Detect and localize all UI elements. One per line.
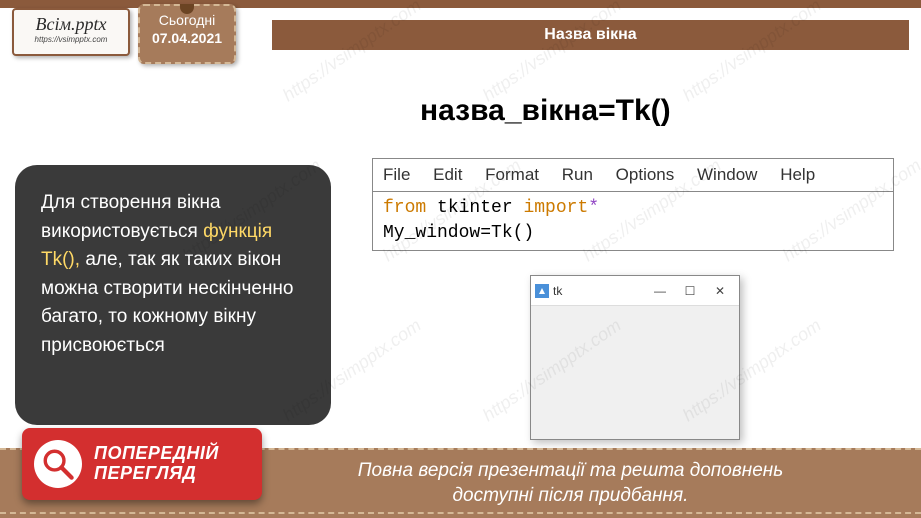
watermark-text: https://vsimpptx.com xyxy=(679,0,825,106)
code-line-2: My_window=Tk() xyxy=(383,221,883,246)
title-text: Назва вікна xyxy=(544,26,636,43)
tk-window-preview: tk — ☐ ✕ xyxy=(530,275,740,440)
logo-title: Всім.pptx xyxy=(22,14,120,35)
title-bar: Назва вікна xyxy=(272,20,909,50)
tk-titlebar: tk — ☐ ✕ xyxy=(531,276,739,306)
date-tag: Сьогодні 07.04.2021 xyxy=(138,4,236,64)
footer-text: Повна версія презентації та решта доповн… xyxy=(358,459,783,508)
date-today-label: Сьогодні xyxy=(144,12,230,28)
magnifier-icon xyxy=(34,440,82,488)
preview-line1: ПОПЕРЕДНІЙ xyxy=(94,444,219,464)
preview-text: ПОПЕРЕДНІЙ ПЕРЕГЛЯД xyxy=(94,444,219,484)
preview-line2: ПЕРЕГЛЯД xyxy=(94,464,219,484)
watermark-text: https://vsimpptx.com xyxy=(479,0,625,106)
maximize-button[interactable]: ☐ xyxy=(675,280,705,302)
code-module: tkinter xyxy=(426,198,523,218)
close-button[interactable]: ✕ xyxy=(705,280,735,302)
minimize-button[interactable]: — xyxy=(645,280,675,302)
menu-edit[interactable]: Edit xyxy=(433,165,462,184)
code-line-1: from tkinter import* xyxy=(383,196,883,221)
formula-heading: назва_вікна=Tk() xyxy=(420,94,671,128)
footer-line1: Повна версія презентації та решта доповн… xyxy=(358,460,783,481)
code-menu-bar: File Edit Format Run Options Window Help xyxy=(373,159,893,192)
menu-run[interactable]: Run xyxy=(562,165,593,184)
kw-from: from xyxy=(383,198,426,218)
menu-help[interactable]: Help xyxy=(780,165,815,184)
code-star: * xyxy=(588,198,599,218)
textbox-part1: Для створення вікна використовується xyxy=(41,192,221,242)
menu-file[interactable]: File xyxy=(383,165,410,184)
logo-url: https://vsimpptx.com xyxy=(22,35,120,44)
date-value: 07.04.2021 xyxy=(144,30,230,46)
menu-window[interactable]: Window xyxy=(697,165,757,184)
tk-window-title: tk xyxy=(553,284,645,298)
footer-line2: доступні після придбання. xyxy=(453,485,689,506)
watermark-text: https://vsimpptx.com xyxy=(279,0,425,106)
preview-badge[interactable]: ПОПЕРЕДНІЙ ПЕРЕГЛЯД xyxy=(22,428,262,500)
code-editor-panel: File Edit Format Run Options Window Help… xyxy=(372,158,894,251)
menu-format[interactable]: Format xyxy=(485,165,539,184)
menu-options[interactable]: Options xyxy=(616,165,675,184)
code-body: from tkinter import* My_window=Tk() xyxy=(373,192,893,250)
logo-tag: Всім.pptx https://vsimpptx.com xyxy=(12,8,130,56)
explanation-box: Для створення вікна використовується фун… xyxy=(15,165,331,425)
kw-import: import xyxy=(523,198,588,218)
tk-feather-icon xyxy=(535,284,549,298)
